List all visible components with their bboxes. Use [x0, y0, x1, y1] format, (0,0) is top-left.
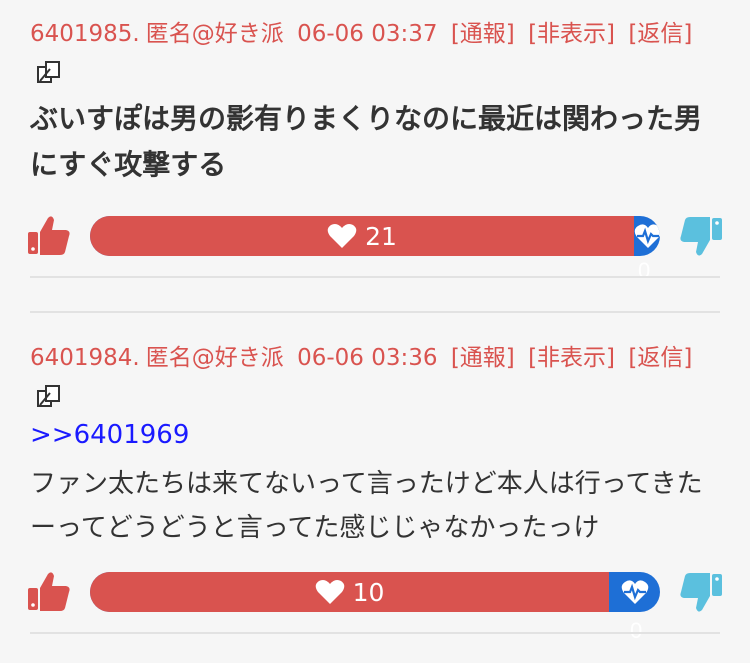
hide-link[interactable]: [非表示]: [528, 345, 615, 371]
copy-icon[interactable]: [36, 59, 62, 85]
post-author: 匿名@好き派: [145, 21, 284, 47]
divider: [30, 311, 720, 313]
report-link[interactable]: [通報]: [451, 345, 515, 371]
heartbeat-icon: [634, 224, 660, 248]
copy-icon[interactable]: [36, 383, 62, 409]
post-body: ファン太たちは来てないって言ったけど本人は行ってきたーってどうどうと言ってた感じ…: [30, 469, 703, 543]
reply-anchor-link[interactable]: >>6401969: [30, 414, 720, 456]
thumbs-up-icon[interactable]: [26, 212, 72, 258]
thumbs-down-icon[interactable]: [678, 570, 724, 616]
post-number[interactable]: 6401985.: [30, 21, 140, 47]
post-6401985: 6401985. 匿名@好き派 06-06 03:37 [通報] [非表示] [返…: [30, 16, 720, 188]
post-meta: 6401984. 匿名@好き派 06-06 03:36 [通報] [非表示] [返…: [30, 340, 720, 414]
divider: [30, 632, 720, 634]
thread-page: 6401985. 匿名@好き派 06-06 03:37 [通報] [非表示] [返…: [0, 0, 750, 663]
post-number[interactable]: 6401984.: [30, 345, 140, 371]
vote-row: 21 0: [28, 212, 722, 283]
heart-icon: [327, 224, 357, 248]
thumbs-down-icon[interactable]: [678, 214, 724, 260]
post-body: ぶいすぽは男の影有りまくりなのに最近は関わった男にすぐ攻撃する: [30, 102, 703, 181]
good-count: 10: [352, 577, 385, 607]
post-author: 匿名@好き派: [145, 345, 284, 371]
bad-count: 0: [630, 618, 643, 643]
reply-link[interactable]: [返信]: [628, 345, 692, 371]
good-count: 21: [365, 221, 397, 251]
heartbeat-icon: [621, 580, 648, 604]
divider: [30, 276, 720, 278]
thumbs-up-icon[interactable]: [26, 568, 72, 614]
post-6401984: 6401984. 匿名@好き派 06-06 03:36 [通報] [非表示] [返…: [30, 340, 720, 550]
post-meta: 6401985. 匿名@好き派 06-06 03:37 [通報] [非表示] [返…: [30, 16, 720, 90]
heart-icon: [315, 580, 344, 604]
good-count-label: 21: [90, 216, 634, 256]
vote-ratio-bar: 21: [90, 216, 660, 256]
vote-row: 10 0: [28, 568, 722, 643]
good-count-label: 10: [90, 572, 609, 612]
report-link[interactable]: [通報]: [451, 21, 515, 47]
bad-count: 0: [638, 258, 651, 283]
vote-ratio-bar: 10: [90, 572, 660, 612]
post-datetime: 06-06 03:36: [297, 345, 438, 371]
reply-link[interactable]: [返信]: [628, 21, 692, 47]
hide-link[interactable]: [非表示]: [528, 21, 615, 47]
post-datetime: 06-06 03:37: [297, 21, 438, 47]
